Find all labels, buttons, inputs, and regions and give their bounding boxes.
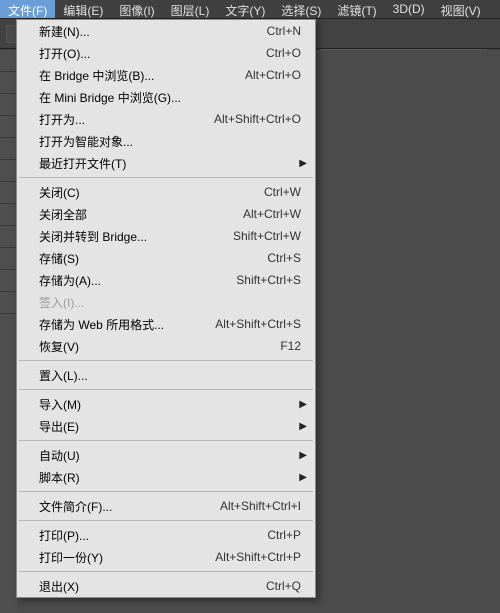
- menu-separator: [19, 571, 313, 572]
- submenu-arrow-icon: ▶: [299, 472, 307, 483]
- menu-item-label: 置入(L)...: [39, 367, 301, 384]
- menu-item-label: 关闭(C): [39, 184, 264, 201]
- menu-item-shortcut: Alt+Shift+Ctrl+I: [220, 499, 301, 513]
- tool-item[interactable]: [0, 50, 17, 72]
- menu-item[interactable]: 打印(P)...Ctrl+P: [17, 524, 315, 546]
- menu-layer[interactable]: 图层(L): [163, 0, 218, 18]
- tool-item[interactable]: [0, 94, 17, 116]
- menu-item-label: 退出(X): [39, 578, 266, 595]
- menu-item-shortcut: Ctrl+S: [267, 251, 301, 265]
- tool-item[interactable]: [0, 138, 17, 160]
- menu-item-shortcut: Alt+Ctrl+W: [243, 207, 301, 221]
- menu-select[interactable]: 选择(S): [273, 0, 329, 18]
- tool-item[interactable]: [0, 182, 17, 204]
- menu-item-label: 打开(O)...: [39, 45, 266, 62]
- menu-item[interactable]: 导入(M)▶: [17, 393, 315, 415]
- menu-item-shortcut: Shift+Ctrl+W: [233, 229, 301, 243]
- menu-item-shortcut: Alt+Shift+Ctrl+O: [214, 112, 301, 126]
- submenu-arrow-icon: ▶: [299, 450, 307, 461]
- menu-item-label: 导入(M): [39, 396, 301, 413]
- menu-type[interactable]: 文字(Y): [217, 0, 273, 18]
- menu-item[interactable]: 自动(U)▶: [17, 444, 315, 466]
- menu-item[interactable]: 打开为...Alt+Shift+Ctrl+O: [17, 108, 315, 130]
- menu-separator: [19, 360, 313, 361]
- menu-item-label: 打印一份(Y): [39, 549, 215, 566]
- menu-separator: [19, 520, 313, 521]
- submenu-arrow-icon: ▶: [299, 158, 307, 169]
- menu-item-label: 存储(S): [39, 250, 267, 267]
- menu-item-label: 恢复(V): [39, 338, 280, 355]
- menu-item[interactable]: 脚本(R)▶: [17, 466, 315, 488]
- menu-item-label: 打开为智能对象...: [39, 133, 301, 150]
- menu-item-label: 关闭并转到 Bridge...: [39, 228, 233, 245]
- menu-item[interactable]: 在 Mini Bridge 中浏览(G)...: [17, 86, 315, 108]
- menu-item[interactable]: 存储为(A)...Shift+Ctrl+S: [17, 269, 315, 291]
- menu-item-shortcut: Ctrl+W: [264, 185, 301, 199]
- menu-separator: [19, 389, 313, 390]
- tools-panel: [0, 50, 17, 613]
- menu-item-shortcut: Alt+Shift+Ctrl+P: [215, 550, 301, 564]
- tool-item[interactable]: [0, 72, 17, 94]
- tool-item[interactable]: [0, 270, 17, 292]
- menu-item[interactable]: 存储为 Web 所用格式...Alt+Shift+Ctrl+S: [17, 313, 315, 335]
- menu-item[interactable]: 打开为智能对象...: [17, 130, 315, 152]
- menu-item[interactable]: 新建(N)...Ctrl+N: [17, 20, 315, 42]
- menu-item[interactable]: 恢复(V)F12: [17, 335, 315, 357]
- menu-item-shortcut: F12: [280, 339, 301, 353]
- menu-filter[interactable]: 滤镜(T): [329, 0, 384, 18]
- file-menu-dropdown: 新建(N)...Ctrl+N打开(O)...Ctrl+O在 Bridge 中浏览…: [16, 19, 316, 598]
- submenu-arrow-icon: ▶: [299, 421, 307, 432]
- menu-item-shortcut: Ctrl+O: [266, 46, 301, 60]
- menu-item[interactable]: 置入(L)...: [17, 364, 315, 386]
- menu-item-label: 新建(N)...: [39, 23, 267, 40]
- menu-item[interactable]: 打印一份(Y)Alt+Shift+Ctrl+P: [17, 546, 315, 568]
- menu-item-label: 在 Mini Bridge 中浏览(G)...: [39, 89, 301, 106]
- menu-edit[interactable]: 编辑(E): [55, 0, 111, 18]
- menu-item-label: 文件简介(F)...: [39, 498, 220, 515]
- menu-item-shortcut: Shift+Ctrl+S: [236, 273, 301, 287]
- menu-item: 签入(I)...: [17, 291, 315, 313]
- menu-item-label: 自动(U): [39, 447, 301, 464]
- menu-item[interactable]: 最近打开文件(T)▶: [17, 152, 315, 174]
- menu-item-label: 签入(I)...: [39, 294, 301, 311]
- menu-item[interactable]: 关闭全部Alt+Ctrl+W: [17, 203, 315, 225]
- submenu-arrow-icon: ▶: [299, 399, 307, 410]
- tool-item[interactable]: [0, 248, 17, 270]
- menu-item-shortcut: Ctrl+N: [267, 24, 301, 38]
- menu-file[interactable]: 文件(F): [0, 0, 55, 18]
- menu-item[interactable]: 关闭(C)Ctrl+W: [17, 181, 315, 203]
- tool-item[interactable]: [0, 204, 17, 226]
- menu-separator: [19, 440, 313, 441]
- menu-image[interactable]: 图像(I): [111, 0, 162, 18]
- menu-3d[interactable]: 3D(D): [385, 0, 433, 18]
- tool-item[interactable]: [0, 226, 17, 248]
- menu-item[interactable]: 关闭并转到 Bridge...Shift+Ctrl+W: [17, 225, 315, 247]
- menu-view[interactable]: 视图(V): [433, 0, 489, 18]
- menu-item-label: 打印(P)...: [39, 527, 267, 544]
- menu-item[interactable]: 退出(X)Ctrl+Q: [17, 575, 315, 597]
- menu-item-label: 存储为(A)...: [39, 272, 236, 289]
- menu-item-label: 存储为 Web 所用格式...: [39, 316, 215, 333]
- menu-item-shortcut: Alt+Shift+Ctrl+S: [215, 317, 301, 331]
- menu-item-label: 脚本(R): [39, 469, 301, 486]
- tool-item[interactable]: [0, 292, 17, 314]
- menu-item-label: 打开为...: [39, 111, 214, 128]
- menu-item-shortcut: Ctrl+P: [267, 528, 301, 542]
- menu-item[interactable]: 导出(E)▶: [17, 415, 315, 437]
- menu-item-label: 在 Bridge 中浏览(B)...: [39, 67, 245, 84]
- tool-item[interactable]: [0, 160, 17, 182]
- menu-item-label: 关闭全部: [39, 206, 243, 223]
- menu-item[interactable]: 存储(S)Ctrl+S: [17, 247, 315, 269]
- menu-item[interactable]: 打开(O)...Ctrl+O: [17, 42, 315, 64]
- menu-separator: [19, 491, 313, 492]
- menu-item-label: 最近打开文件(T): [39, 155, 301, 172]
- menu-item-label: 导出(E): [39, 418, 301, 435]
- menu-item-shortcut: Ctrl+Q: [266, 579, 301, 593]
- menu-item[interactable]: 文件简介(F)...Alt+Shift+Ctrl+I: [17, 495, 315, 517]
- menu-separator: [19, 177, 313, 178]
- menubar: 文件(F) 编辑(E) 图像(I) 图层(L) 文字(Y) 选择(S) 滤镜(T…: [0, 0, 500, 19]
- menu-item[interactable]: 在 Bridge 中浏览(B)...Alt+Ctrl+O: [17, 64, 315, 86]
- tool-item[interactable]: [0, 116, 17, 138]
- menu-item-shortcut: Alt+Ctrl+O: [245, 68, 301, 82]
